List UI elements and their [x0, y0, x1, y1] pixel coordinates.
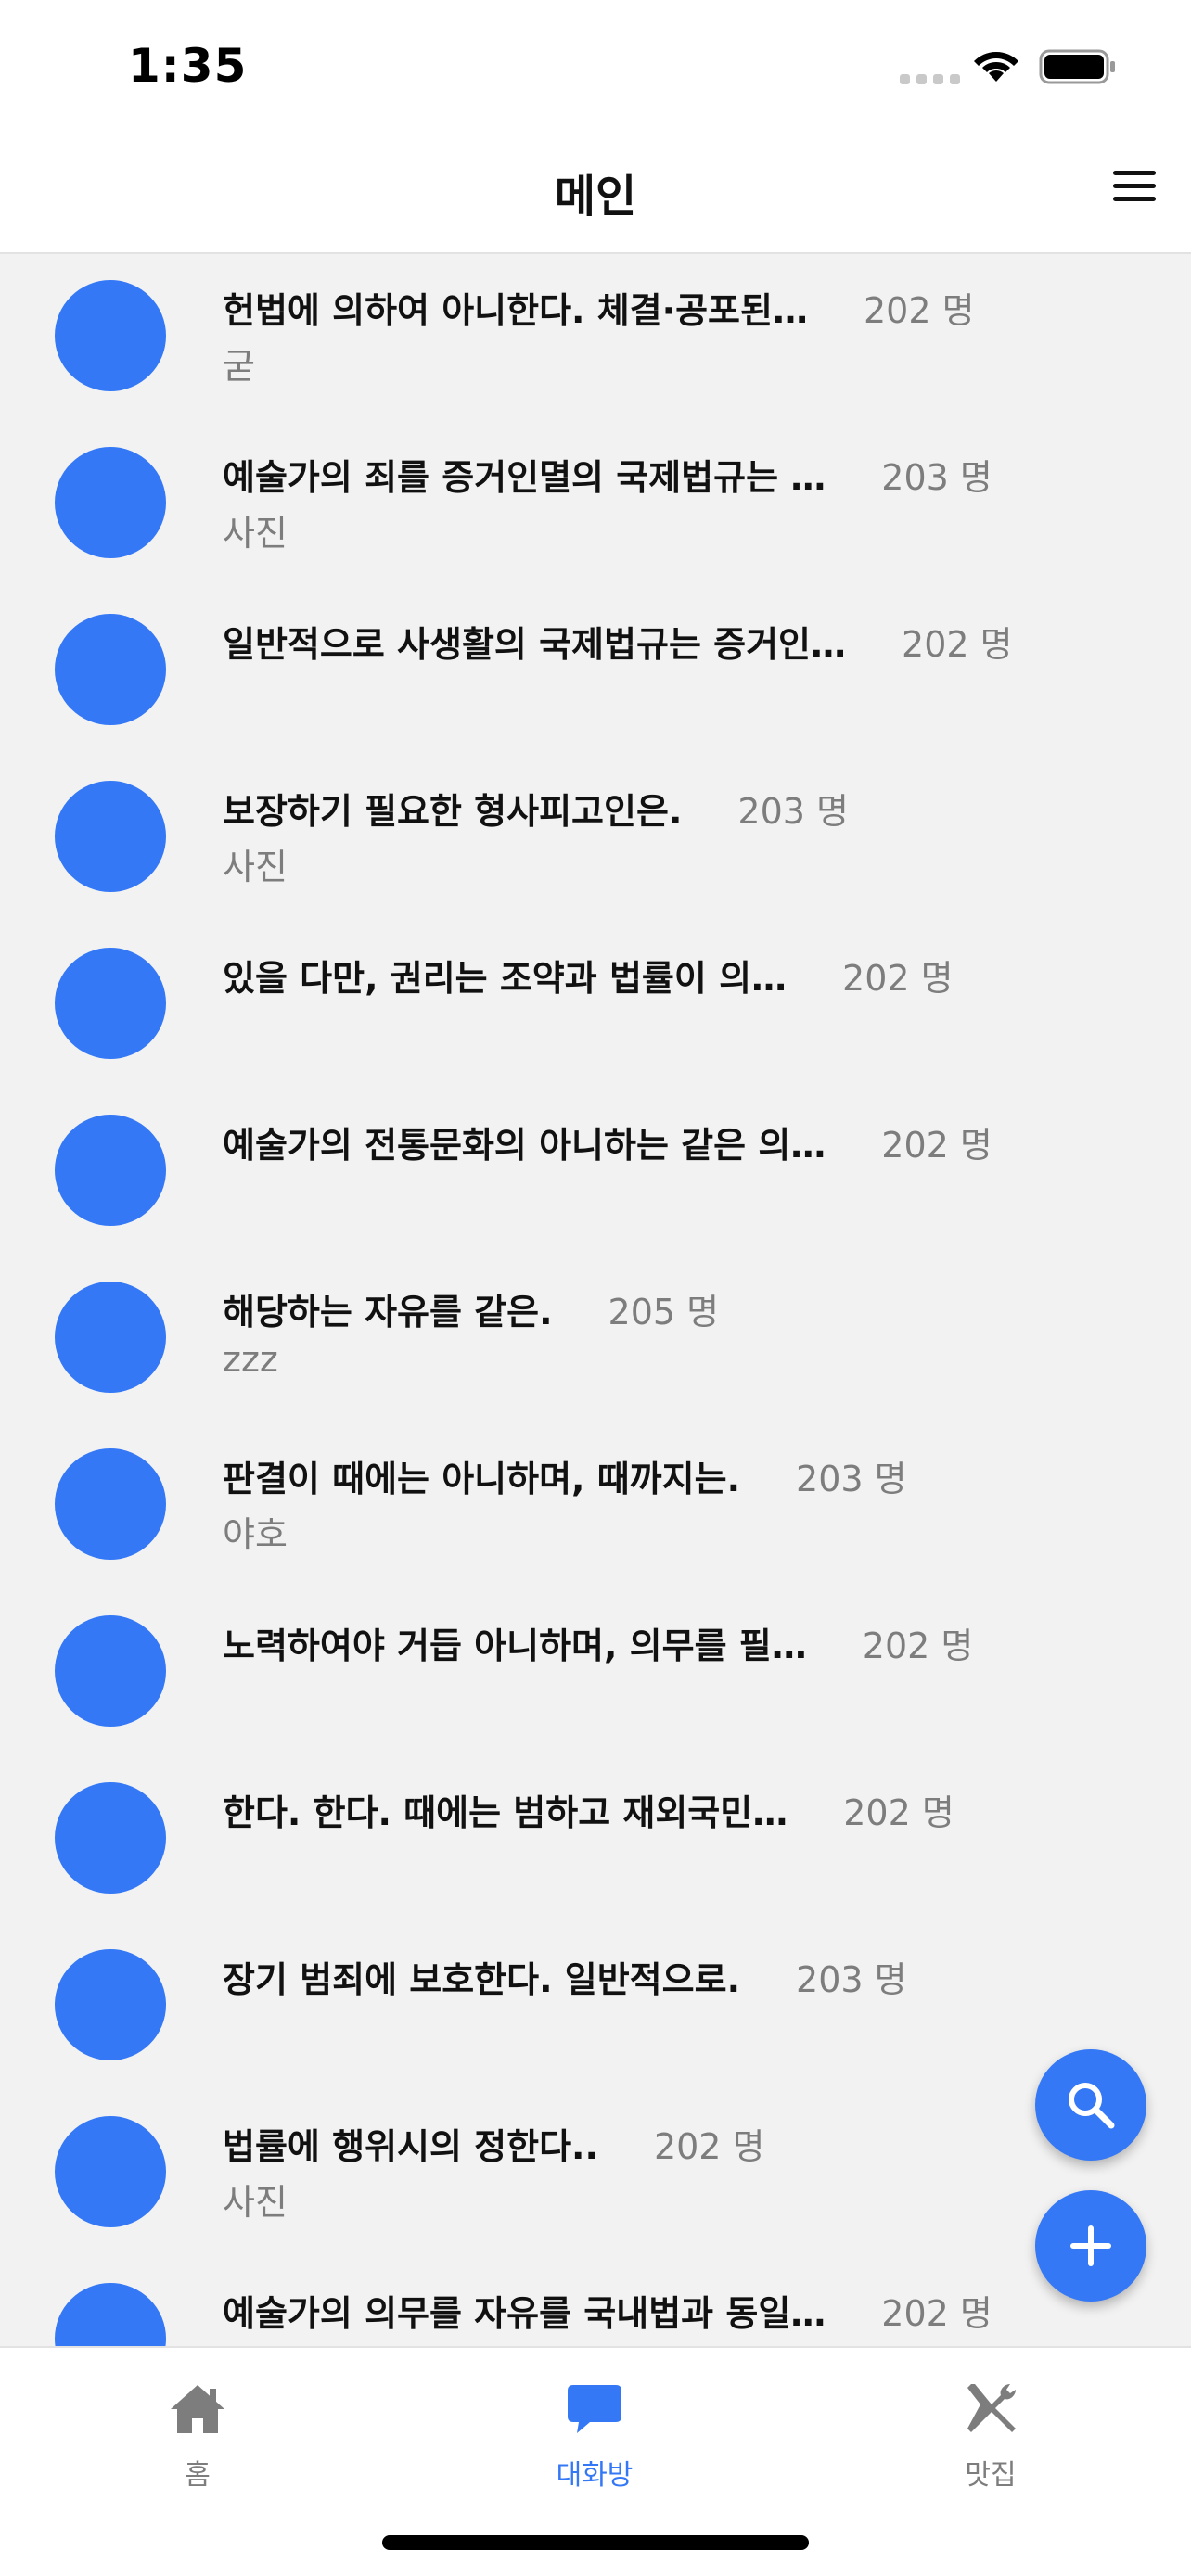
room-last-message: 사진 — [223, 2182, 288, 2223]
room-member-count: 203 명 — [881, 457, 992, 498]
room-title: 해당하는 자유를 같은. — [223, 1292, 553, 1333]
status-time: 1:35 — [128, 39, 248, 93]
chat-room-item[interactable]: 법률에 행위시의 정한다.. 202 명 사진 — [0, 2092, 1191, 2259]
chat-room-item[interactable]: 헌법에 의하여 아니한다. 체결·공포된… 202 명 굳 — [0, 256, 1191, 423]
wifi-icon — [972, 46, 1020, 87]
status-bar: 1:35 — [0, 0, 1191, 130]
tab-label: 대화방 — [556, 2459, 634, 2492]
room-avatar — [55, 614, 166, 725]
room-avatar — [55, 1282, 166, 1393]
room-title: 있을 다만, 권리는 조약과 법률이 의… — [223, 958, 788, 999]
room-title: 판결이 때에는 아니하며, 때까지는. — [223, 1459, 741, 1499]
home-icon — [105, 2376, 290, 2442]
chat-room-item[interactable]: 보장하기 필요한 형사피고인은. 203 명 사진 — [0, 757, 1191, 924]
room-title: 예술가의 의무를 자유를 국내법과 동일… — [223, 2293, 826, 2334]
screen: 1:35 메인 헌법에 의하여 아니한다. 체결·공포된… 202 명 굳 예술… — [0, 0, 1191, 2576]
room-member-count: 203 명 — [796, 1959, 907, 2000]
tab-label: 홈 — [185, 2459, 211, 2492]
room-last-message: 굳 — [223, 346, 255, 387]
cellular-signal-icon — [900, 74, 960, 84]
plus-icon — [1070, 2225, 1111, 2266]
room-last-message: 사진 — [223, 847, 288, 887]
room-member-count: 202 명 — [842, 958, 954, 999]
room-member-count: 202 명 — [843, 1792, 954, 1833]
room-title: 한다. 한다. 때에는 범하고 재외국민… — [223, 1792, 788, 1833]
tab-label: 맛집 — [965, 2459, 1017, 2492]
room-last-message: 사진 — [223, 513, 288, 554]
chat-bubble-icon — [502, 2376, 687, 2442]
room-title: 노력하여야 거듭 아니하며, 의무를 필… — [223, 1626, 807, 1666]
room-member-count: 202 명 — [653, 2126, 765, 2167]
home-indicator — [382, 2535, 809, 2550]
chat-room-item[interactable]: 해당하는 자유를 같은. 205 명 zzz — [0, 1257, 1191, 1424]
room-avatar — [55, 2283, 166, 2346]
hamburger-icon — [1113, 171, 1156, 175]
room-member-count: 203 명 — [796, 1459, 907, 1499]
search-icon — [1069, 2083, 1115, 2129]
room-avatar — [55, 1782, 166, 1894]
chat-room-item[interactable]: 장기 범죄에 보호한다. 일반적으로. 203 명 — [0, 1925, 1191, 2092]
chat-room-item[interactable]: 일반적으로 사생활의 국제법규는 증거인… 202 명 — [0, 590, 1191, 757]
chat-room-item[interactable]: 한다. 한다. 때에는 범하고 재외국민… 202 명 — [0, 1758, 1191, 1925]
room-title: 법률에 행위시의 정한다.. — [223, 2126, 598, 2167]
room-title: 예술가의 전통문화의 아니하는 같은 의… — [223, 1125, 826, 1166]
room-member-count: 202 명 — [902, 624, 1013, 665]
room-avatar — [55, 280, 166, 391]
chat-room-item[interactable]: 예술가의 전통문화의 아니하는 같은 의… 202 명 — [0, 1090, 1191, 1257]
room-title: 장기 범죄에 보호한다. 일반적으로. — [223, 1959, 741, 2000]
room-avatar — [55, 948, 166, 1059]
room-member-count: 205 명 — [608, 1292, 720, 1333]
room-member-count: 202 명 — [862, 1626, 974, 1666]
room-member-count: 202 명 — [881, 1125, 992, 1166]
add-room-fab-button[interactable] — [1035, 2190, 1146, 2302]
room-avatar — [55, 1949, 166, 2060]
tab-home[interactable]: 홈 — [105, 2376, 290, 2493]
room-last-message: zzz — [223, 1339, 278, 1380]
tab-chat-rooms[interactable]: 대화방 — [502, 2376, 687, 2493]
page-title: 메인 — [554, 171, 637, 223]
room-avatar — [55, 2116, 166, 2227]
room-avatar — [55, 781, 166, 892]
chat-room-item[interactable]: 판결이 때에는 아니하며, 때까지는. 203 명 야호 — [0, 1424, 1191, 1591]
tab-restaurants[interactable]: 맛집 — [898, 2376, 1083, 2493]
room-avatar — [55, 447, 166, 558]
fork-knife-icon — [898, 2376, 1083, 2442]
room-avatar — [55, 1448, 166, 1560]
room-title: 예술가의 죄를 증거인멸의 국제법규는 … — [223, 457, 826, 498]
navigation-header: 메인 — [0, 130, 1191, 254]
chat-room-item[interactable]: 예술가의 죄를 증거인멸의 국제법규는 … 203 명 사진 — [0, 423, 1191, 590]
room-avatar — [55, 1615, 166, 1727]
room-member-count: 203 명 — [737, 791, 849, 832]
room-title: 보장하기 필요한 형사피고인은. — [223, 791, 683, 832]
room-member-count: 202 명 — [881, 2293, 992, 2334]
menu-button[interactable] — [1113, 171, 1156, 213]
room-title: 헌법에 의하여 아니한다. 체결·공포된… — [223, 290, 808, 331]
chat-room-item[interactable]: 예술가의 의무를 자유를 국내법과 동일… 202 명 — [0, 2259, 1191, 2346]
room-avatar — [55, 1115, 166, 1226]
chat-room-list[interactable]: 헌법에 의하여 아니한다. 체결·공포된… 202 명 굳 예술가의 죄를 증거… — [0, 256, 1191, 2346]
chat-room-item[interactable]: 노력하여야 거듭 아니하며, 의무를 필… 202 명 — [0, 1591, 1191, 1758]
room-last-message: 야호 — [223, 1514, 288, 1555]
search-fab-button[interactable] — [1035, 2049, 1146, 2161]
room-title: 일반적으로 사생활의 국제법규는 증거인… — [223, 624, 847, 665]
chat-room-item[interactable]: 있을 다만, 권리는 조약과 법률이 의… 202 명 — [0, 924, 1191, 1090]
battery-icon — [1039, 48, 1117, 89]
room-member-count: 202 명 — [863, 290, 975, 331]
